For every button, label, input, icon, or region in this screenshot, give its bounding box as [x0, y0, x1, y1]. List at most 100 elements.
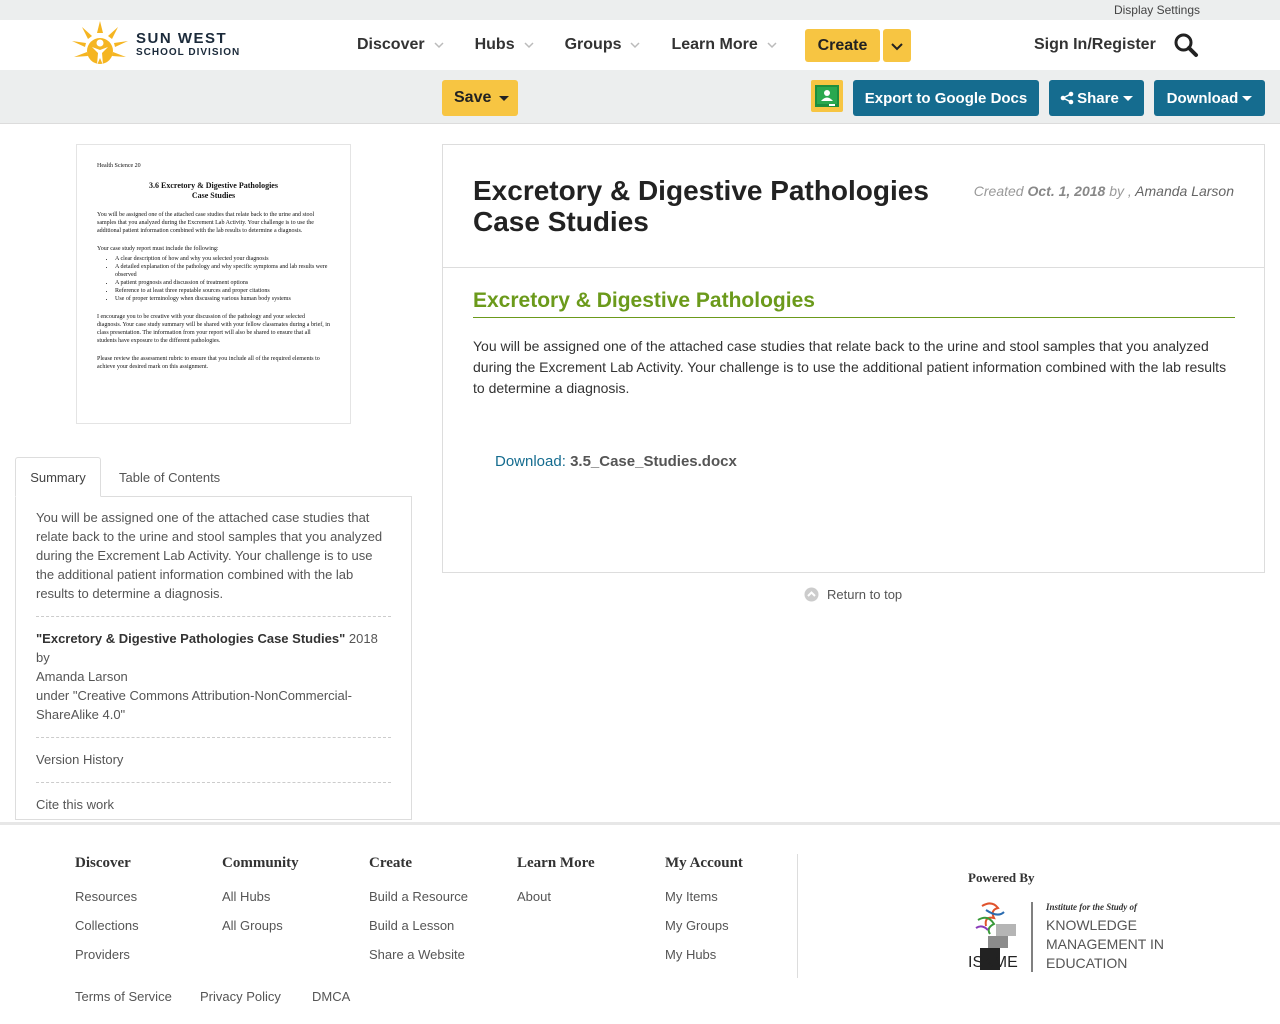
display-settings-link[interactable]: Display Settings: [1114, 3, 1200, 17]
footer-heading: Create: [369, 855, 413, 871]
thumb-paragraph: Please review the assessment rubric to e…: [97, 356, 320, 370]
footer-heading: Learn More: [517, 855, 595, 871]
caret-down-icon: [1242, 95, 1253, 101]
create-button[interactable]: Create: [805, 29, 880, 62]
resource-header: Excretory & Digestive Pathologies Case S…: [443, 145, 1264, 268]
save-button[interactable]: Save: [442, 80, 518, 116]
google-classroom-icon: [815, 85, 839, 107]
footer-col-discover: Discover Resources Collections Providers: [75, 855, 139, 969]
thumb-title: 3.6 Excretory & Digestive Pathologies Ca…: [97, 181, 330, 201]
nav-label: Hubs: [474, 36, 515, 53]
nav-hubs[interactable]: Hubs: [475, 36, 535, 54]
logo-title: SUN WEST: [136, 29, 228, 47]
footer-link-share-website[interactable]: Share a Website: [369, 940, 468, 969]
chevron-down-icon: [630, 42, 641, 49]
thumb-list-item: A patient prognosis and discussion of tr…: [115, 279, 330, 287]
thumb-title-line1: 3.6 Excretory & Digestive Pathologies: [149, 181, 278, 190]
iskme-logo-icon[interactable]: ISKME Institute for the Study of KNOWLED…: [968, 898, 1173, 973]
nav-learn-more[interactable]: Learn More: [671, 36, 777, 54]
footer-link-my-hubs[interactable]: My Hubs: [665, 940, 743, 969]
privacy-policy-link[interactable]: Privacy Policy: [200, 989, 281, 1004]
file-download[interactable]: Download: 3.5_Case_Studies.docx: [495, 453, 737, 470]
summary-text: You will be assigned one of the attached…: [36, 510, 383, 601]
document-thumbnail[interactable]: Health Science 20 3.6 Excretory & Digest…: [76, 144, 351, 424]
sun-logo-icon: [72, 21, 128, 65]
author-link[interactable]: Amanda Larson: [1135, 183, 1234, 199]
return-top-label: Return to top: [827, 587, 903, 602]
share-button[interactable]: Share: [1049, 80, 1144, 116]
logo-subtitle: SCHOOL DIVISION: [136, 46, 241, 58]
cite-work-link[interactable]: Cite this work: [36, 795, 391, 814]
footer-col-my-account: My Account My Items My Groups My Hubs: [665, 855, 743, 969]
divider: [36, 782, 391, 783]
nav-label: Discover: [357, 36, 425, 53]
tab-table-of-contents[interactable]: Table of Contents: [119, 457, 220, 497]
chevron-down-icon: [434, 42, 444, 49]
thumb-title-line2: Case Studies: [191, 191, 236, 200]
iskme-line1: KNOWLEDGE: [1046, 917, 1137, 933]
download-label: Download: [1166, 89, 1239, 107]
iskme-mark: ISKME: [968, 954, 1018, 971]
thumb-list: A clear description of how and why you s…: [115, 255, 330, 303]
thumb-list-item: A clear description of how and why you s…: [115, 255, 330, 263]
footer-link-about[interactable]: About: [517, 882, 595, 911]
dmca-link[interactable]: DMCA: [312, 989, 350, 1004]
nav-label: Learn More: [671, 36, 758, 53]
footer-link-collections[interactable]: Collections: [75, 911, 139, 940]
nav-label: Groups: [564, 36, 622, 53]
footer-link-resources[interactable]: Resources: [75, 882, 139, 911]
attribution: "Excretory & Digestive Pathologies Case …: [36, 629, 391, 724]
attribution-license[interactable]: under "Creative Commons Attribution-NonC…: [36, 688, 352, 722]
chevron-down-icon: [767, 42, 777, 49]
share-icon: [1060, 91, 1074, 105]
save-label: Save: [454, 89, 492, 106]
nav-groups[interactable]: Groups: [565, 36, 642, 54]
caret-down-icon: [1122, 95, 1133, 101]
download-filename[interactable]: 3.5_Case_Studies.docx: [570, 453, 737, 470]
summary-panel: You will be assigned one of the attached…: [15, 496, 412, 820]
page-title: Excretory & Digestive Pathologies Case S…: [473, 175, 929, 237]
terms-of-service-link[interactable]: Terms of Service: [75, 989, 172, 1004]
divider: [36, 737, 391, 738]
iskme-tagline: Institute for the Study of: [1045, 902, 1138, 912]
create-dropdown-button[interactable]: [883, 29, 911, 62]
iskme-line2: MANAGEMENT IN: [1046, 936, 1164, 952]
return-to-top-link[interactable]: Return to top: [804, 587, 902, 602]
footer-heading: Discover: [75, 855, 131, 871]
footer-link-my-groups[interactable]: My Groups: [665, 911, 743, 940]
google-classroom-button[interactable]: [811, 80, 843, 112]
footer-link-my-items[interactable]: My Items: [665, 882, 743, 911]
footer-link-all-groups[interactable]: All Groups: [222, 911, 299, 940]
download-link-label[interactable]: Download:: [495, 453, 566, 470]
version-history-link[interactable]: Version History: [36, 750, 391, 769]
footer-heading: My Account: [665, 855, 743, 871]
tab-summary[interactable]: Summary: [15, 457, 101, 497]
download-button[interactable]: Download: [1154, 80, 1265, 116]
sign-in-register-link[interactable]: Sign In/Register: [1034, 36, 1156, 54]
site-footer: Discover Resources Collections Providers…: [0, 822, 1280, 1024]
search-icon[interactable]: [1173, 32, 1199, 58]
chevron-down-icon: [891, 42, 903, 50]
thumb-list-intro: Your case study report must include the …: [97, 246, 219, 252]
section-body: You will be assigned one of the attached…: [473, 338, 1227, 396]
footer-link-providers[interactable]: Providers: [75, 940, 139, 969]
section-title: Excretory & Digestive Pathologies: [473, 289, 1235, 318]
thumb-list-item: A detailed explanation of the pathology …: [115, 263, 330, 279]
attribution-title: "Excretory & Digestive Pathologies Case …: [36, 631, 346, 646]
resource-card: Excretory & Digestive Pathologies Case S…: [442, 144, 1265, 573]
sidebar-tabs: Summary Table of Contents: [15, 457, 412, 497]
resource-meta: Created Oct. 1, 2018 by , Amanda Larson: [974, 183, 1234, 199]
attribution-author[interactable]: Amanda Larson: [36, 669, 128, 684]
created-date: Oct. 1, 2018: [1027, 183, 1106, 199]
sun-west-logo[interactable]: SUN WEST SCHOOL DIVISION: [70, 20, 240, 68]
footer-link-all-hubs[interactable]: All Hubs: [222, 882, 299, 911]
export-google-docs-button[interactable]: Export to Google Docs: [853, 80, 1039, 116]
site-header: SUN WEST SCHOOL DIVISION Discover Hubs G…: [0, 20, 1280, 70]
footer-col-create: Create Build a Resource Build a Lesson S…: [369, 855, 468, 969]
footer-link-build-lesson[interactable]: Build a Lesson: [369, 911, 468, 940]
footer-link-build-resource[interactable]: Build a Resource: [369, 882, 468, 911]
footer-heading: Community: [222, 855, 299, 871]
footer-col-learn-more: Learn More About: [517, 855, 595, 911]
nav-discover[interactable]: Discover: [357, 36, 445, 54]
main-nav: Discover Hubs Groups Learn More: [357, 20, 808, 70]
